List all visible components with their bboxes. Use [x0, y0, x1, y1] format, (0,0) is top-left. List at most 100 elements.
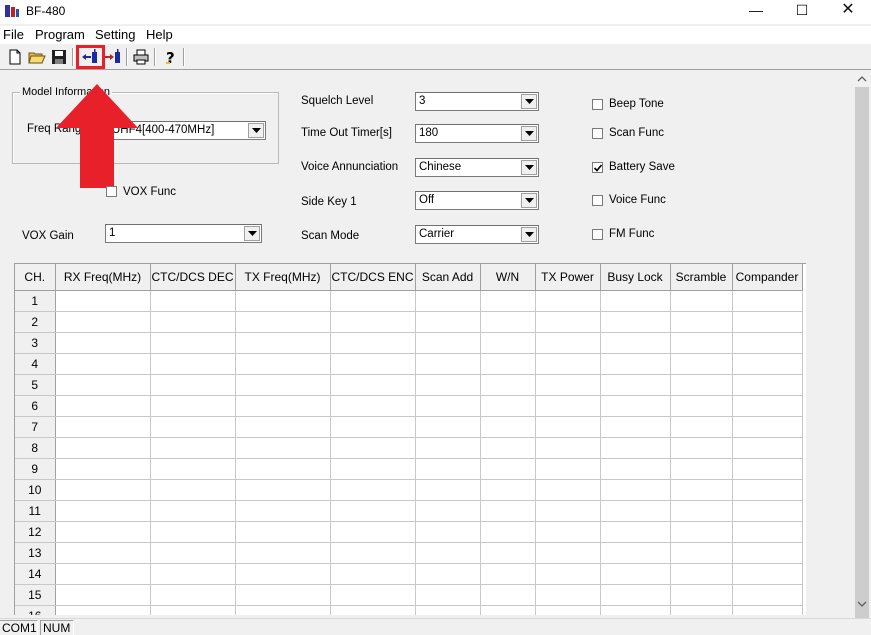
channel-number[interactable]: 12 — [15, 521, 56, 543]
grid-cell[interactable] — [480, 416, 536, 438]
grid-cell[interactable] — [330, 395, 416, 417]
grid-cell[interactable] — [415, 290, 481, 312]
grid-cell[interactable] — [150, 584, 236, 606]
channel-number[interactable]: 1 — [15, 290, 56, 312]
print-icon[interactable] — [132, 48, 150, 66]
save-disk-icon[interactable] — [50, 48, 68, 66]
grid-cell[interactable] — [480, 353, 536, 375]
channel-number[interactable]: 2 — [15, 311, 56, 333]
grid-cell[interactable] — [235, 395, 331, 417]
grid-cell[interactable] — [55, 584, 151, 606]
grid-cell[interactable] — [55, 521, 151, 543]
grid-cell[interactable] — [600, 437, 671, 459]
vox-func-checkbox[interactable] — [106, 186, 117, 197]
grid-cell[interactable] — [732, 563, 803, 585]
grid-cell[interactable] — [732, 584, 803, 606]
grid-cell[interactable] — [732, 500, 803, 522]
grid-cell[interactable] — [732, 395, 803, 417]
grid-cell[interactable] — [150, 521, 236, 543]
grid-cell[interactable] — [480, 479, 536, 501]
grid-cell[interactable] — [600, 353, 671, 375]
grid-cell[interactable] — [150, 479, 236, 501]
grid-cell[interactable] — [55, 290, 151, 312]
grid-cell[interactable] — [670, 584, 733, 606]
grid-cell[interactable] — [150, 605, 236, 615]
grid-cell[interactable] — [670, 311, 733, 333]
grid-cell[interactable] — [732, 374, 803, 396]
channel-number[interactable]: 15 — [15, 584, 56, 606]
grid-cell[interactable] — [535, 374, 601, 396]
grid-cell[interactable] — [600, 500, 671, 522]
chevron-down-icon[interactable] — [521, 94, 537, 109]
grid-cell[interactable] — [55, 374, 151, 396]
grid-cell[interactable] — [415, 542, 481, 564]
grid-cell[interactable] — [235, 332, 331, 354]
grid-cell[interactable] — [330, 374, 416, 396]
grid-cell[interactable] — [480, 458, 536, 480]
grid-cell[interactable] — [480, 332, 536, 354]
grid-cell[interactable] — [535, 584, 601, 606]
grid-cell[interactable] — [55, 458, 151, 480]
grid-cell[interactable] — [600, 542, 671, 564]
grid-cell[interactable] — [330, 437, 416, 459]
grid-cell[interactable] — [150, 311, 236, 333]
chevron-down-icon[interactable] — [244, 226, 260, 241]
grid-cell[interactable] — [535, 542, 601, 564]
grid-cell[interactable] — [670, 542, 733, 564]
grid-cell[interactable] — [732, 479, 803, 501]
column-header-w-n[interactable]: W/N — [480, 264, 536, 291]
scan-mode-select[interactable]: Carrier — [415, 225, 539, 244]
grid-cell[interactable] — [732, 542, 803, 564]
grid-cell[interactable] — [55, 311, 151, 333]
grid-cell[interactable] — [600, 332, 671, 354]
beep-tone-checkbox[interactable] — [592, 99, 603, 110]
grid-cell[interactable] — [330, 290, 416, 312]
grid-cell[interactable] — [55, 437, 151, 459]
column-header-tx-freq[interactable]: TX Freq(MHz) — [235, 264, 331, 291]
grid-cell[interactable] — [235, 311, 331, 333]
grid-cell[interactable] — [535, 332, 601, 354]
grid-cell[interactable] — [415, 479, 481, 501]
grid-cell[interactable] — [670, 395, 733, 417]
channel-number[interactable]: 7 — [15, 416, 56, 438]
menu-program[interactable]: Program — [35, 27, 85, 42]
grid-cell[interactable] — [235, 437, 331, 459]
minimize-button[interactable]: — — [733, 0, 779, 22]
grid-cell[interactable] — [55, 332, 151, 354]
column-header-rx-freq[interactable]: RX Freq(MHz) — [55, 264, 151, 291]
grid-cell[interactable] — [600, 374, 671, 396]
channel-number[interactable]: 16 — [15, 605, 56, 615]
grid-cell[interactable] — [732, 458, 803, 480]
grid-cell[interactable] — [415, 605, 481, 615]
grid-cell[interactable] — [480, 563, 536, 585]
grid-cell[interactable] — [235, 584, 331, 606]
grid-cell[interactable] — [670, 521, 733, 543]
grid-cell[interactable] — [480, 542, 536, 564]
grid-cell[interactable] — [55, 605, 151, 615]
grid-cell[interactable] — [535, 437, 601, 459]
grid-cell[interactable] — [150, 563, 236, 585]
channel-number[interactable]: 10 — [15, 479, 56, 501]
grid-cell[interactable] — [415, 563, 481, 585]
grid-cell[interactable] — [235, 605, 331, 615]
grid-cell[interactable] — [670, 563, 733, 585]
grid-cell[interactable] — [330, 332, 416, 354]
grid-cell[interactable] — [330, 521, 416, 543]
grid-cell[interactable] — [600, 479, 671, 501]
column-header-ctc-dcs-dec[interactable]: CTC/DCS DEC — [150, 264, 236, 291]
grid-cell[interactable] — [235, 416, 331, 438]
grid-cell[interactable] — [535, 416, 601, 438]
grid-cell[interactable] — [600, 584, 671, 606]
menu-file[interactable]: File — [3, 27, 24, 42]
grid-cell[interactable] — [670, 416, 733, 438]
column-header-tx-power[interactable]: TX Power — [535, 264, 601, 291]
scan-func-checkbox[interactable] — [592, 128, 603, 139]
grid-cell[interactable] — [732, 332, 803, 354]
grid-cell[interactable] — [670, 290, 733, 312]
grid-cell[interactable] — [535, 353, 601, 375]
channel-number[interactable]: 14 — [15, 563, 56, 585]
grid-cell[interactable] — [480, 395, 536, 417]
grid-cell[interactable] — [480, 584, 536, 606]
column-header-ch[interactable]: CH. — [15, 264, 56, 291]
grid-cell[interactable] — [535, 290, 601, 312]
